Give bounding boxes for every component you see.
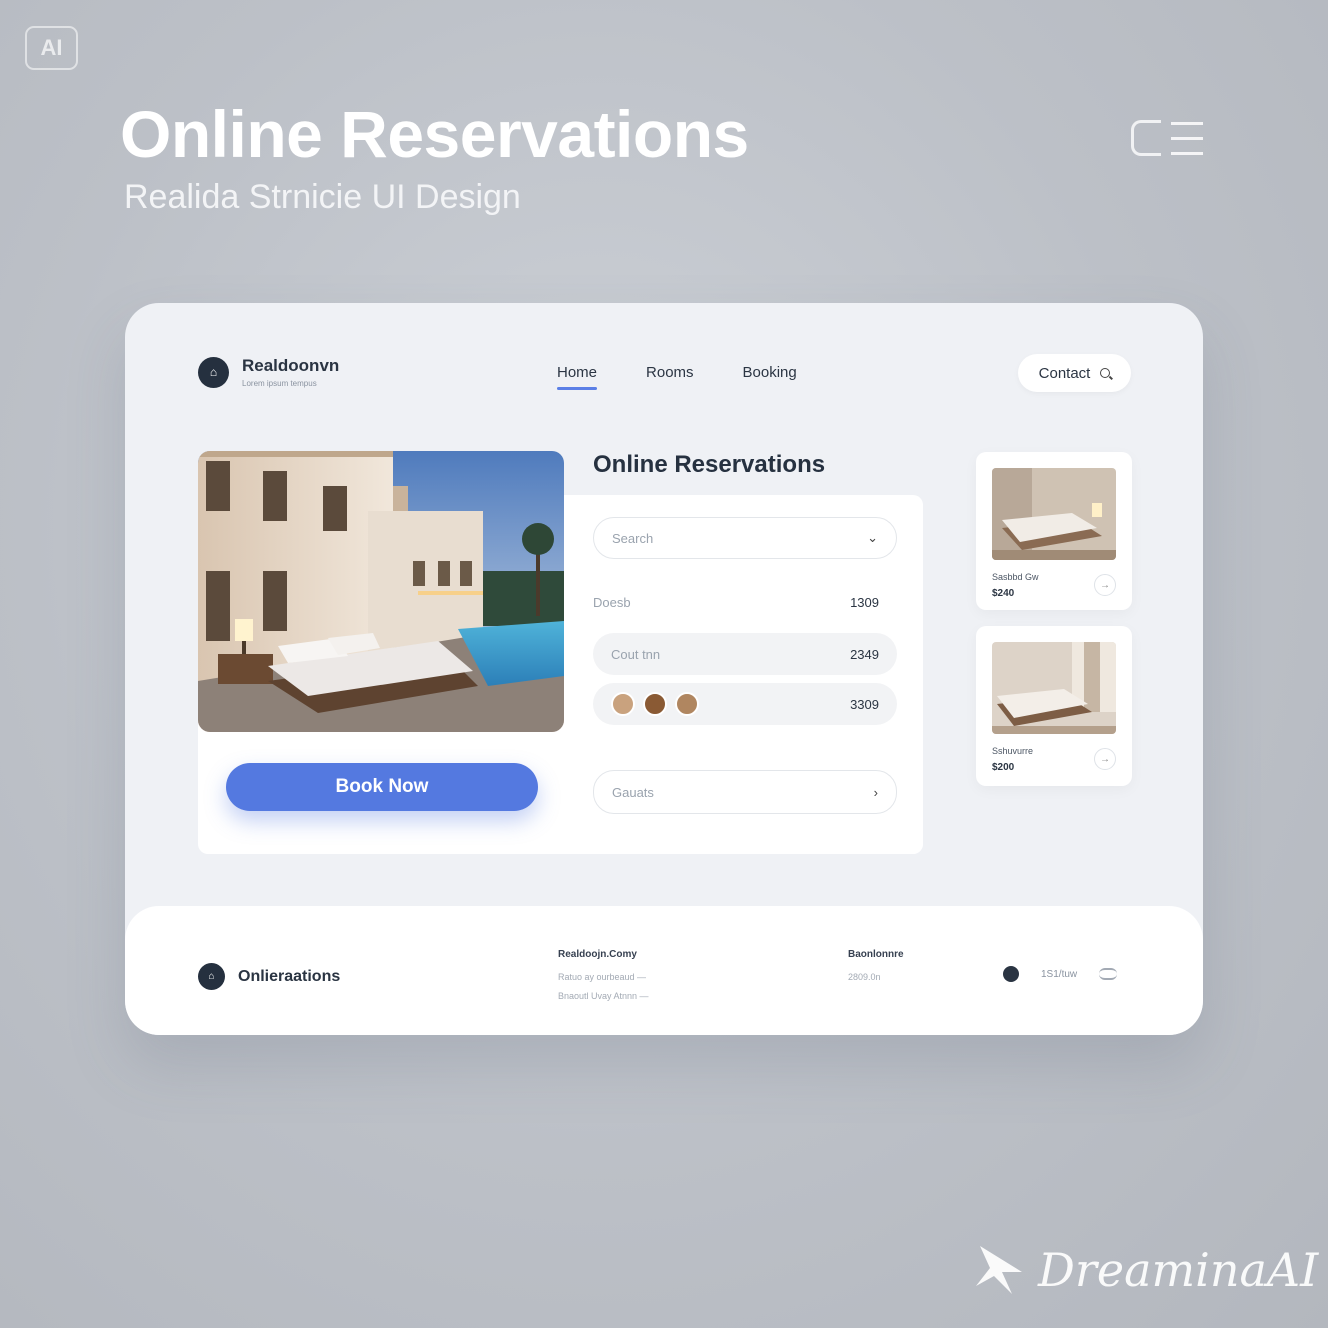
room-price: $200 bbox=[992, 762, 1015, 773]
room-card-1[interactable]: Sasbbd Gw $240 → bbox=[976, 452, 1132, 610]
contact-label: Contact bbox=[1038, 364, 1091, 382]
date-row[interactable]: Doesb 1309 bbox=[593, 581, 897, 623]
room-name: Sshuvurre bbox=[992, 746, 1034, 756]
footer-brand-name: Onlieraations bbox=[238, 967, 341, 985]
footer-link[interactable]: 2809.0n bbox=[848, 972, 904, 982]
search-placeholder: Search bbox=[612, 530, 654, 546]
watermark-text: DreaminaAI bbox=[1038, 1243, 1319, 1297]
footer-link[interactable]: Bnaoutl Uvay Atnnn — bbox=[558, 991, 649, 1001]
footer-heading: Realdoojn.Comy bbox=[558, 949, 637, 960]
arrow-right-icon[interactable]: → bbox=[1094, 748, 1116, 770]
footer-logo-icon: ⌂ bbox=[198, 963, 225, 990]
social-circle-icon[interactable] bbox=[1003, 966, 1019, 982]
hero-subtitle: Realida Strnicie UI Design bbox=[124, 178, 521, 216]
checkout-value: 2349 bbox=[850, 646, 879, 662]
room-photo bbox=[992, 642, 1116, 734]
chevron-right-icon: › bbox=[873, 784, 878, 800]
brand-name: Realdoonvn bbox=[242, 356, 340, 375]
main-nav: Home Rooms Booking bbox=[557, 364, 797, 390]
footer-column-1: Realdoojn.Comy Ratuo ay ourbeaud — Bnaou… bbox=[558, 949, 649, 1010]
ai-badge: AI bbox=[25, 26, 78, 70]
brand-logo-icon: ⌂ bbox=[198, 356, 229, 388]
watermark: DreaminaAI bbox=[972, 1242, 1318, 1298]
room-card-2[interactable]: Sshuvurre $200 → bbox=[976, 626, 1132, 786]
nav-booking[interactable]: Booking bbox=[743, 364, 797, 389]
social-icons: 1S1/tuw bbox=[1003, 966, 1118, 982]
book-now-button[interactable]: Book Now bbox=[226, 763, 538, 811]
app-window: ⌂ Realdoonvn Lorem ipsum tempus Home Roo… bbox=[125, 303, 1203, 1035]
checkout-label: Cout tnn bbox=[611, 646, 661, 662]
hotel-photo bbox=[198, 451, 564, 732]
nav-home[interactable]: Home bbox=[557, 364, 598, 390]
footer-heading: Baonlonnre bbox=[848, 949, 904, 960]
brand[interactable]: ⌂ Realdoonvn Lorem ipsum tempus bbox=[198, 356, 339, 388]
guests-avatars-row[interactable]: 3309 bbox=[593, 683, 897, 725]
hero-title: Online Reservations bbox=[120, 97, 749, 171]
date-label: Doesb bbox=[593, 594, 631, 610]
avatar bbox=[675, 692, 699, 716]
footer-brand[interactable]: ⌂ Onlieraations bbox=[198, 963, 340, 990]
search-field[interactable]: Search ⌄ bbox=[593, 517, 897, 559]
footer-column-2: Baonlonnre 2809.0n bbox=[848, 949, 904, 991]
guests-placeholder: Gauats bbox=[612, 784, 654, 800]
panel-title: Online Reservations bbox=[593, 451, 826, 478]
guest-avatars bbox=[611, 692, 699, 716]
room-price: $240 bbox=[992, 588, 1015, 599]
date-value: 1309 bbox=[850, 594, 879, 610]
dreamina-logo-icon bbox=[976, 1246, 1022, 1294]
room-photo bbox=[992, 468, 1116, 560]
arrow-right-icon[interactable]: → bbox=[1094, 574, 1116, 596]
menu-lines-icon[interactable] bbox=[1099, 968, 1118, 980]
checkout-row[interactable]: Cout tnn 2349 bbox=[593, 633, 897, 675]
chevron-down-icon: ⌄ bbox=[867, 530, 878, 545]
footer-link[interactable]: Ratuo ay ourbeaud — bbox=[558, 972, 649, 982]
room-name: Sasbbd Gw bbox=[992, 572, 1039, 582]
nav-rooms[interactable]: Rooms bbox=[646, 364, 694, 389]
avatar bbox=[611, 692, 635, 716]
guests-field[interactable]: Gauats › bbox=[593, 770, 897, 814]
brand-tagline: Lorem ipsum tempus bbox=[242, 379, 317, 388]
contact-button[interactable]: Contact bbox=[1018, 354, 1131, 392]
hamburger-menu-icon[interactable] bbox=[1131, 118, 1205, 162]
avatar bbox=[643, 692, 667, 716]
footer: ⌂ Onlieraations Realdoojn.Comy Ratuo ay … bbox=[125, 906, 1203, 1035]
guests-value: 3309 bbox=[850, 696, 879, 712]
social-text[interactable]: 1S1/tuw bbox=[1041, 969, 1077, 980]
search-icon bbox=[1100, 368, 1111, 378]
